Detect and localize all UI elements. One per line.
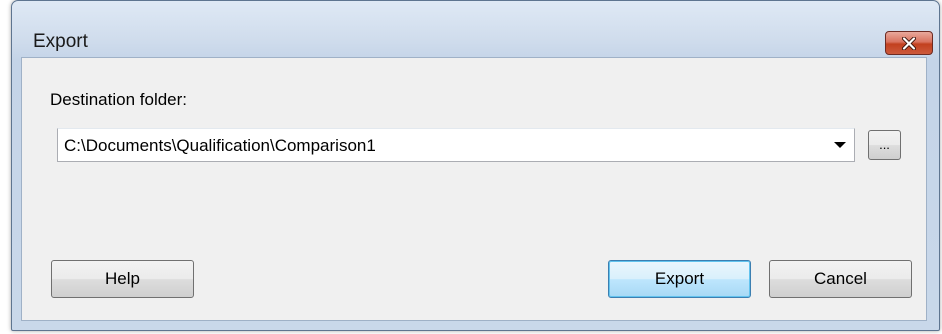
destination-folder-combobox[interactable]: C:\Documents\Qualification\Comparison1: [57, 128, 855, 162]
export-dialog: Export Destination folder: C:\Documents\…: [11, 0, 940, 331]
dropdown-arrow-icon[interactable]: [834, 142, 846, 148]
destination-folder-label: Destination folder:: [50, 90, 188, 109]
export-button[interactable]: Export: [608, 260, 751, 298]
destination-folder-value[interactable]: C:\Documents\Qualification\Comparison1: [64, 136, 376, 156]
close-button[interactable]: [885, 31, 933, 55]
window-title: Export: [33, 31, 88, 52]
dialog-body: Destination folder: C:\Documents\Qualifi…: [21, 57, 927, 321]
browse-button[interactable]: ...: [868, 130, 901, 160]
cancel-button[interactable]: Cancel: [769, 260, 912, 298]
help-button[interactable]: Help: [51, 260, 194, 298]
title-bar[interactable]: Export: [12, 1, 939, 55]
close-icon: [902, 36, 916, 50]
